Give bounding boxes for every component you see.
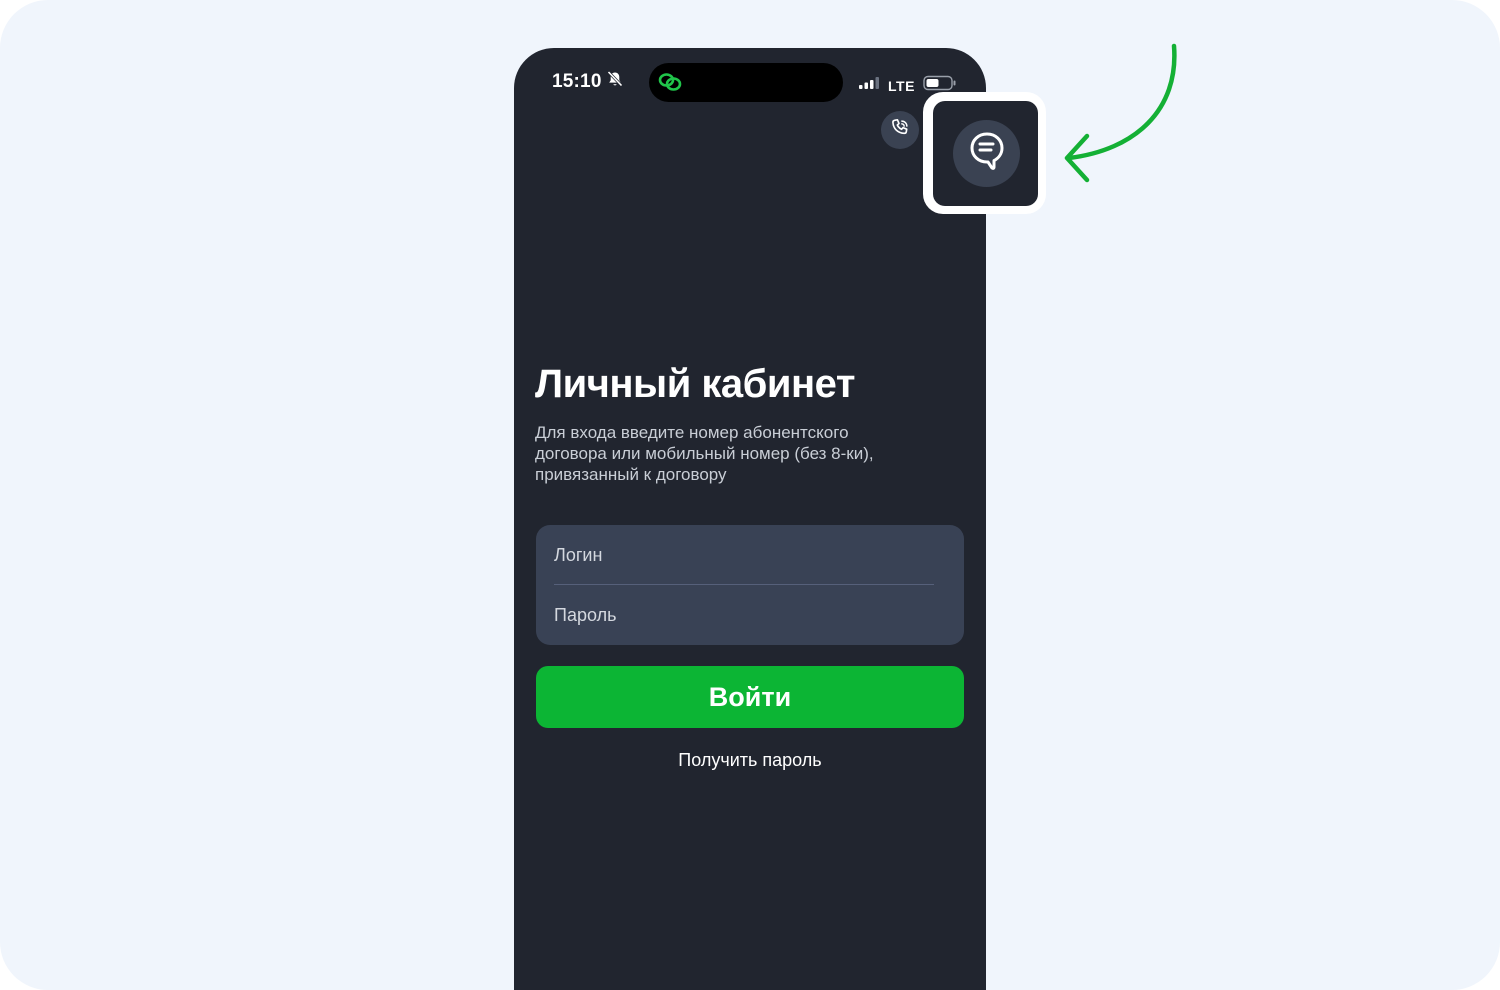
description-line: привязанный к договору — [535, 465, 727, 484]
slide-background: 15:10 LTE Личный кабинет Для входа введи… — [0, 0, 1500, 990]
password-input[interactable] — [536, 585, 964, 645]
pointer-arrow-icon — [1055, 40, 1195, 195]
chat-button-highlight — [923, 92, 1046, 214]
get-password-link[interactable]: Получить пароль — [514, 750, 986, 771]
network-label: LTE — [888, 77, 915, 94]
page-title: Личный кабинет — [535, 362, 855, 406]
phone-screen: 15:10 LTE Личный кабинет Для входа введи… — [514, 48, 986, 990]
status-time: 15:10 — [552, 70, 624, 94]
login-button[interactable]: Войти — [536, 666, 964, 728]
credentials-card — [536, 525, 964, 645]
description-line: Для входа введите номер абонентского — [535, 423, 849, 442]
dynamic-island — [649, 63, 843, 102]
chain-link-icon — [657, 70, 683, 99]
call-button[interactable] — [881, 111, 919, 149]
description-line: договора или мобильный номер (без 8-ки), — [535, 444, 874, 463]
signal-icon — [858, 76, 880, 95]
login-description: Для входа введите номер абонентского дог… — [535, 422, 935, 485]
chat-button-zoom — [933, 101, 1038, 206]
phone-icon — [889, 117, 911, 144]
login-input[interactable] — [536, 525, 964, 585]
bell-muted-icon — [606, 70, 624, 94]
chat-button[interactable] — [953, 120, 1020, 187]
status-time-text: 15:10 — [552, 71, 602, 92]
chat-bubble-icon — [967, 130, 1007, 177]
